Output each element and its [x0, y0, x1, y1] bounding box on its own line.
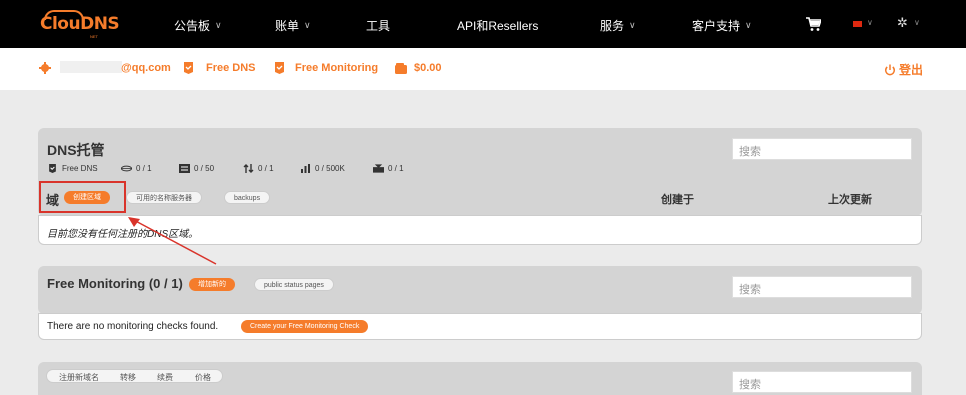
logo-text: ClouDNS	[40, 14, 120, 34]
nav-support[interactable]: 客户支持 ∨	[692, 17, 752, 34]
tab-pricing[interactable]: 价格	[195, 372, 211, 383]
bar-chart-icon	[301, 164, 310, 173]
plan-free-dns-link[interactable]: Free DNS	[206, 62, 256, 74]
plan-badge-icon	[49, 164, 56, 173]
settings-gear-icon[interactable]	[39, 62, 51, 74]
stat-mailbox: 0 / 1	[373, 164, 404, 173]
logo-subtext: NET	[90, 34, 98, 39]
monitoring-search-input[interactable]: 搜索	[732, 276, 912, 298]
chevron-down-icon[interactable]: ∨	[867, 18, 873, 27]
nav-services[interactable]: 服务 ∨	[600, 17, 636, 34]
stat-queries: 0 / 500K	[300, 164, 345, 173]
nav-billing[interactable]: 账单 ∨	[275, 17, 311, 34]
gear-icon[interactable]: ✲	[897, 15, 908, 31]
account-email[interactable]: @qq.com	[121, 62, 171, 74]
chevron-down-icon: ∨	[215, 20, 222, 30]
stat-records: 0 / 50	[179, 164, 214, 173]
server-icon	[121, 165, 132, 172]
domains-search-input[interactable]: 搜索	[732, 371, 912, 393]
nav-bulletin-board[interactable]: 公告板 ∨	[174, 17, 222, 34]
tab-renew[interactable]: 续费	[157, 372, 173, 383]
chevron-down-icon: ∨	[629, 20, 636, 30]
dns-hosting-title: DNS托管	[47, 142, 105, 158]
highlight-box	[39, 181, 126, 213]
cloudns-logo[interactable]: ClouDNS NET	[38, 9, 120, 39]
stat-value: 0 / 1	[388, 164, 404, 173]
mail-icon	[373, 164, 384, 173]
nav-label: 公告板	[174, 19, 211, 33]
available-nameservers-button[interactable]: 可用的名称服务器	[126, 191, 202, 204]
wallet-icon	[395, 63, 407, 74]
stat-value: 0 / 1	[136, 164, 152, 173]
nav-api-resellers[interactable]: API和Resellers	[457, 17, 538, 34]
column-last-updated: 上次更新	[828, 194, 872, 206]
backups-button[interactable]: backups	[224, 191, 271, 204]
tab-register-domain[interactable]: 注册新域名	[59, 372, 99, 383]
power-icon	[884, 64, 896, 75]
plan-badge-icon	[184, 62, 193, 74]
stat-zones: 0 / 1	[121, 164, 152, 173]
stat-value: 0 / 50	[194, 164, 215, 173]
chevron-down-icon: ∨	[745, 20, 752, 30]
stat-transfers: 0 / 1	[243, 164, 274, 173]
stat-value: Free DNS	[62, 164, 98, 173]
stat-plan: Free DNS	[47, 164, 98, 173]
tab-transfer[interactable]: 转移	[120, 372, 136, 383]
records-icon	[179, 164, 190, 173]
china-flag-icon[interactable]	[853, 21, 862, 27]
monitoring-title: Free Monitoring (0 / 1)	[47, 276, 183, 291]
nav-label: 账单	[275, 19, 300, 33]
email-redacted	[60, 61, 122, 73]
plan-free-monitoring-link[interactable]: Free Monitoring	[295, 62, 378, 74]
stat-value: 0 / 1	[258, 164, 274, 173]
annotation-arrow-icon	[128, 217, 217, 265]
column-created: 创建于	[661, 194, 694, 206]
cart-icon[interactable]	[805, 16, 821, 32]
add-new-check-button[interactable]: 增加新的	[189, 278, 235, 291]
account-balance[interactable]: $0.00	[414, 62, 442, 74]
top-navbar: ClouDNS NET 公告板 ∨ 账单 ∨ 工具 API和Resellers …	[0, 0, 966, 48]
stat-value: 0 / 500K	[315, 164, 345, 173]
plan-badge-icon	[275, 62, 284, 74]
chevron-down-icon: ∨	[304, 20, 311, 30]
logout-button[interactable]: 登出	[884, 61, 923, 78]
create-monitoring-check-button[interactable]: Create your Free Monitoring Check	[241, 320, 369, 333]
chevron-down-icon[interactable]: ∨	[914, 18, 920, 27]
nav-tools[interactable]: 工具	[366, 17, 390, 34]
dns-search-input[interactable]: 搜索	[732, 138, 912, 160]
nav-label: 服务	[600, 19, 625, 33]
logout-label: 登出	[899, 63, 924, 77]
nav-label: API和Resellers	[457, 19, 539, 33]
nav-label: 客户支持	[692, 19, 741, 33]
public-status-pages-button[interactable]: public status pages	[254, 278, 334, 291]
empty-checks-message: There are no monitoring checks found.	[47, 321, 219, 332]
nav-label: 工具	[366, 19, 391, 33]
up-down-arrows-icon	[243, 164, 254, 173]
